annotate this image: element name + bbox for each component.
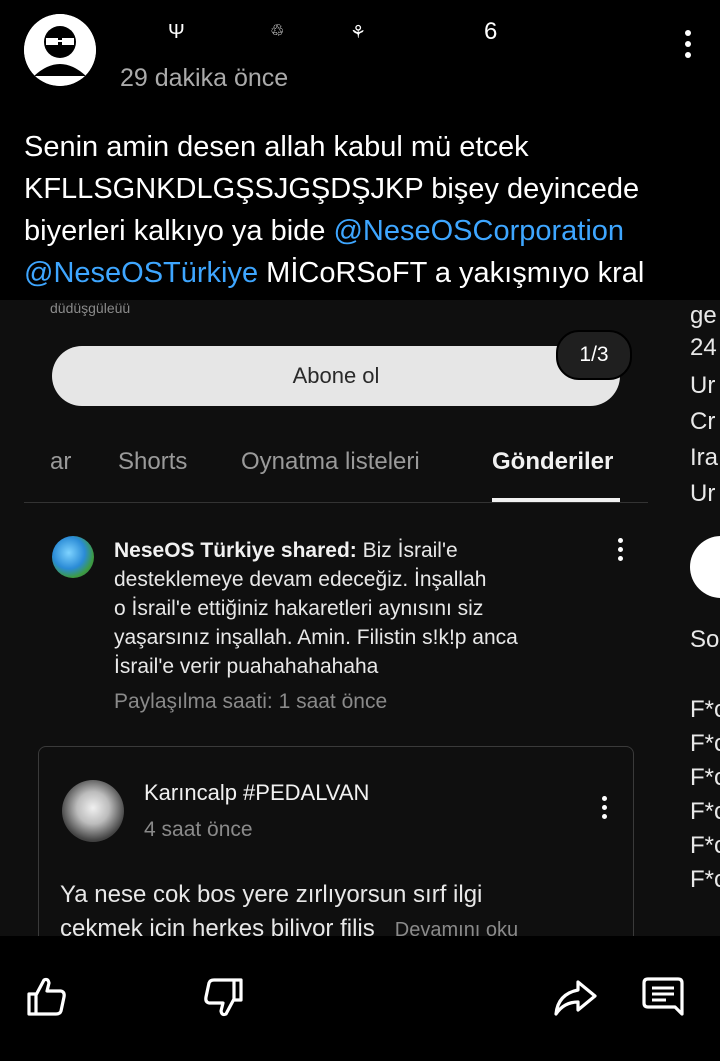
author-glyph: Ψ: [168, 21, 187, 43]
comment-icon: [642, 977, 684, 1016]
more-options-icon: [596, 796, 612, 828]
post-text-line: biyerleri kalkıyo ya bide @NeseOSCorpora…: [24, 210, 704, 252]
peek-text: Ur: [690, 480, 716, 507]
dislike-icon: [204, 978, 243, 1017]
channel-avatar: [52, 536, 94, 578]
commenter-avatar: [62, 780, 124, 842]
dislike-button[interactable]: [200, 974, 246, 1020]
post-text-line: @NeseOSTürkiye MİCoRSoFT a yakışmıyo kra…: [24, 252, 704, 294]
author-name[interactable]: Ψ ♲ ⚘ 6: [120, 14, 520, 50]
like-button[interactable]: [24, 974, 70, 1020]
shared-text-line: o İsrail'e ettiğiniz hakaretleri aynısın…: [114, 597, 484, 620]
share-button[interactable]: [552, 974, 598, 1020]
read-more-link: Devamını oku: [394, 919, 519, 936]
mention-link[interactable]: @NeseOSTürkiye: [24, 257, 258, 289]
peek-text: ge: [690, 302, 717, 329]
comment-time: 4 saat önce: [144, 818, 253, 841]
author-glyph: 6: [484, 18, 500, 45]
tab-posts: Gönderiler: [492, 448, 614, 475]
shared-text-line: Biz İsrail'e: [356, 539, 458, 562]
shared-text-line: İsrail'e verir puahahahahaha: [114, 655, 379, 678]
comments-button[interactable]: [640, 974, 686, 1020]
peek-text: So: [690, 626, 720, 653]
shared-text-line: yaşarsınız inşallah. Amin. Filistin s!k!…: [114, 626, 518, 649]
anonymous-avatar-icon: [24, 14, 96, 86]
subscribe-button: Abone ol: [52, 346, 620, 406]
cropped-text: düdüşgüleüü: [50, 300, 131, 316]
peek-text: F*c: [690, 696, 720, 723]
more-options-button[interactable]: [676, 30, 700, 68]
peek-text: 24: [690, 334, 717, 361]
peek-text: Ur: [690, 372, 716, 399]
peek-text: Ira: [690, 444, 719, 471]
peek-text: F*c: [690, 832, 720, 859]
comment-author: Karıncalp #PEDALVAN: [144, 780, 370, 805]
shared-author: NeseOS Türkiye shared:: [114, 539, 357, 562]
share-icon: [554, 980, 597, 1016]
post-text-line: Senin amin desen allah kabul mü etcek: [24, 131, 529, 163]
tab-cropped: ar: [50, 448, 72, 475]
tab-shorts: Shorts: [118, 448, 188, 475]
post-image[interactable]: düdüşgüleüü Abone ol 1/3 ar Shorts Oynat…: [0, 300, 720, 936]
shared-time: Paylaşılma saati: 1 saat önce: [114, 690, 388, 713]
divider: [24, 502, 648, 503]
peek-text: F*c: [690, 866, 720, 893]
post-text: Senin amin desen allah kabul mü etcek KF…: [24, 126, 704, 294]
post-text-fragment: MİCoRSoFT a yakışmıyo kral: [258, 257, 645, 289]
shared-text-line: desteklemeye devam edeceğiz. İnşallah: [114, 568, 487, 591]
tab-playlists: Oynatma listeleri: [241, 448, 420, 475]
mention-link[interactable]: @NeseOSCorporation: [333, 215, 624, 247]
post-text-line: KFLLSGNKDLGŞSJGŞDŞJKP bişey deyincede: [24, 173, 640, 205]
post-text-fragment: biyerleri kalkıyo ya bide: [24, 215, 334, 247]
shared-post-text: NeseOS Türkiye shared: Biz İsrail'e dest…: [114, 536, 584, 681]
like-icon: [27, 977, 66, 1016]
peek-text: Cr: [690, 408, 716, 435]
peek-text: F*c: [690, 730, 720, 757]
more-options-icon: [612, 538, 628, 570]
author-glyph: ⚘: [350, 22, 369, 42]
peek-text: F*c: [690, 798, 720, 825]
peek-avatar: [690, 536, 720, 598]
comment-text: Ya nese cok bos yere zırlıyorsun sırf il…: [60, 878, 620, 936]
comment-text-line: Ya nese cok bos yere zırlıyorsun sırf il…: [60, 881, 483, 908]
action-bar: [0, 936, 720, 1061]
peek-text: F*c: [690, 764, 720, 791]
image-counter: 1/3: [556, 330, 632, 380]
avatar[interactable]: [24, 14, 96, 86]
author-glyph: ♲: [270, 23, 287, 40]
post-time: 29 dakika önce: [120, 64, 289, 92]
comment-text-line: cekmek icin herkes biliyor filis: [60, 915, 375, 936]
